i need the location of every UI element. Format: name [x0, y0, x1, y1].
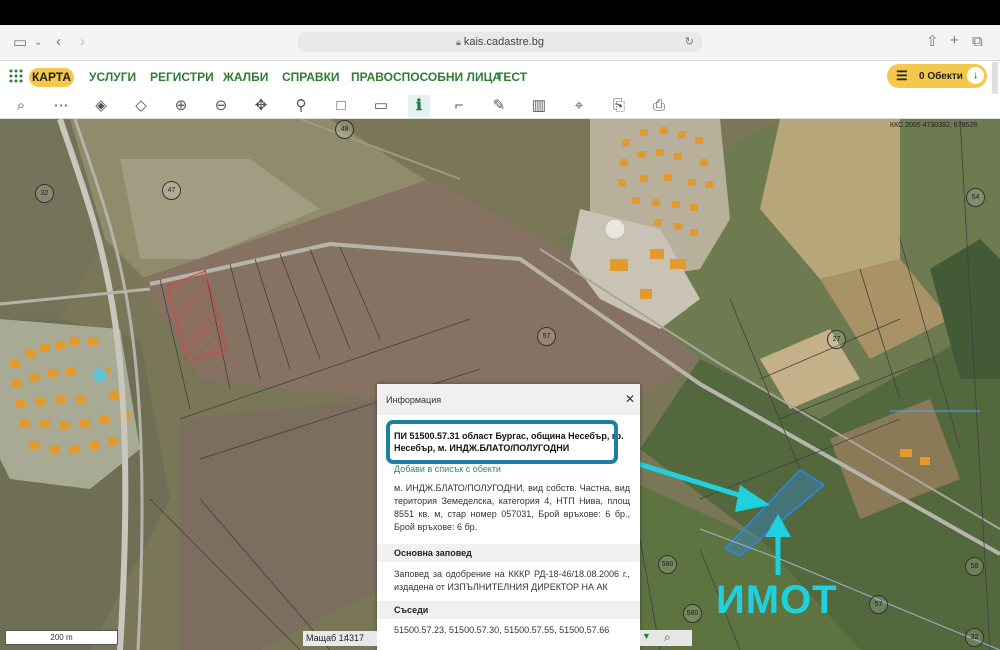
order-heading: Основна заповед	[394, 548, 472, 558]
parcel-title-highlight	[386, 420, 618, 464]
neighbors-list: 51500.57.23, 51500.57.30, 51500.57.55, 5…	[394, 625, 610, 635]
arrow-head-vertical	[765, 514, 791, 537]
scale-value: 4317	[344, 633, 365, 643]
search-icon[interactable]: ⌕	[664, 630, 671, 645]
scale-bar-label: 200 m	[50, 633, 73, 642]
add-to-list-link[interactable]: Добави в списък с обекти	[394, 463, 501, 476]
order-section-header: Основна заповед	[377, 544, 640, 562]
dropdown-arrow-icon[interactable]: ▼	[642, 631, 651, 641]
arrow-head-horizontal	[735, 485, 770, 512]
close-icon[interactable]: ✕	[625, 392, 635, 406]
property-annotation-label: ИМОТ	[716, 578, 838, 622]
neighbors-heading: Съседи	[394, 605, 429, 615]
neighbors-section-header: Съседи	[377, 601, 640, 619]
search-control[interactable]: ▼ ⌕	[640, 630, 692, 646]
scale-label-text: Мащаб 1:	[306, 633, 347, 643]
info-panel-header: Информация ✕	[377, 384, 640, 415]
order-text: Заповед за одобрение на КККР РД-18-46/18…	[394, 569, 630, 592]
parcel-details: м. ИНДЖ.БЛАТО/ПОЛУГОДНИ, вид собств. Час…	[394, 483, 630, 532]
scale-bar: 200 m	[5, 630, 118, 645]
info-panel-title: Информация	[386, 395, 442, 405]
scale-control[interactable]: Мащаб 1: 4317	[303, 631, 377, 646]
